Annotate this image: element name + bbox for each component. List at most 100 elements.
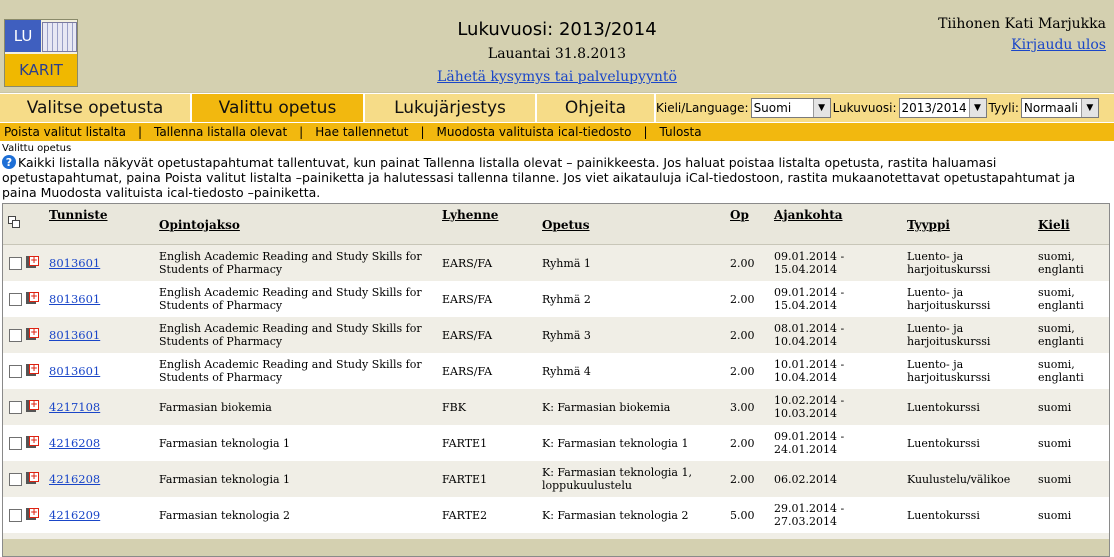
table-row: + 8013601 English Academic Reading and S… bbox=[3, 281, 1109, 318]
load-saved-button[interactable]: Hae tallennetut bbox=[311, 125, 412, 139]
tab-timetable[interactable]: Lukujärjestys bbox=[365, 94, 537, 122]
row-checkbox[interactable] bbox=[9, 257, 22, 270]
language-select[interactable]: Suomi▼ bbox=[751, 98, 831, 118]
language: suomi bbox=[1038, 425, 1106, 461]
row-checkbox[interactable] bbox=[9, 473, 22, 486]
col-header-teaching[interactable]: Opetus bbox=[542, 218, 590, 232]
row-checkbox[interactable] bbox=[9, 293, 22, 306]
teaching-name: Ryhmä 4 bbox=[542, 353, 702, 389]
add-to-calendar-icon[interactable]: + bbox=[26, 256, 39, 269]
year-label: Lukuvuosi: bbox=[833, 101, 897, 115]
col-header-abbr[interactable]: Lyhenne bbox=[442, 208, 498, 222]
course-id-link[interactable]: 4216208 bbox=[49, 473, 100, 486]
course-abbr: EARS/FA bbox=[442, 245, 538, 281]
credits: 5.00 bbox=[730, 497, 770, 533]
credits: 2.00 bbox=[730, 317, 770, 353]
credits: 3.00 bbox=[730, 389, 770, 425]
period: 09.01.2014 - 24.01.2014 bbox=[774, 425, 904, 461]
course-id-link[interactable]: 8013601 bbox=[49, 293, 100, 306]
row-checkbox[interactable] bbox=[9, 329, 22, 342]
user-name: Tiihonen Kati Marjukka bbox=[938, 16, 1106, 32]
teaching-name: K: Farmasian biokemia bbox=[542, 389, 702, 425]
add-to-calendar-icon[interactable]: + bbox=[26, 364, 39, 377]
teaching-type: Luento- ja harjoituskurssi bbox=[907, 245, 1035, 281]
page-header: LU KARIT Lukuvuosi: 2013/2014 Lauantai 3… bbox=[0, 0, 1114, 93]
col-header-type[interactable]: Tyyppi bbox=[907, 218, 950, 232]
teaching-name: K: Farmasian teknologia 2 bbox=[542, 497, 702, 533]
teaching-type: Luento- ja harjoituskurssi bbox=[907, 353, 1035, 389]
course-id-link[interactable]: 4216209 bbox=[49, 509, 100, 522]
language: suomi bbox=[1038, 389, 1106, 425]
col-header-language[interactable]: Kieli bbox=[1038, 218, 1070, 232]
tab-selected-teaching[interactable]: Valittu opetus bbox=[192, 94, 365, 122]
teaching-type: Kuulustelu/välikoe bbox=[907, 461, 1035, 497]
period: 09.01.2014 - 15.04.2014 bbox=[774, 281, 904, 317]
select-all-icon[interactable] bbox=[8, 216, 19, 227]
language: suomi, englanti bbox=[1038, 245, 1106, 281]
teaching-type: Luento- ja harjoituskurssi bbox=[907, 281, 1035, 317]
course-name: Farmasian teknologia 1 bbox=[159, 425, 439, 461]
col-header-course[interactable]: Opintojakso bbox=[159, 218, 240, 232]
tab-instructions[interactable]: Ohjeita bbox=[537, 94, 656, 122]
create-ical-button[interactable]: Muodosta valituista ical-tiedosto bbox=[433, 125, 636, 139]
period: 10.01.2014 - 10.04.2014 bbox=[774, 353, 904, 389]
teaching-name: K: Farmasian teknologia 1, loppukuuluste… bbox=[542, 461, 702, 497]
add-to-calendar-icon[interactable]: + bbox=[26, 436, 39, 449]
row-checkbox[interactable] bbox=[9, 365, 22, 378]
add-to-calendar-icon[interactable]: + bbox=[26, 508, 39, 521]
course-name: Farmasian teknologia 1 bbox=[159, 461, 439, 497]
chevron-down-icon: ▼ bbox=[813, 99, 830, 117]
section-label: Valittu opetus bbox=[2, 143, 71, 154]
row-checkbox[interactable] bbox=[9, 437, 22, 450]
course-abbr: EARS/FA bbox=[442, 353, 538, 389]
table-row: + 4216208 Farmasian teknologia 1 FARTE1 … bbox=[3, 425, 1109, 462]
course-name: English Academic Reading and Study Skill… bbox=[159, 245, 439, 281]
teaching-name: K: Farmasian teknologia 1 bbox=[542, 425, 702, 461]
col-header-id[interactable]: Tunniste bbox=[49, 208, 108, 222]
add-to-calendar-icon[interactable]: + bbox=[26, 400, 39, 413]
course-id-link[interactable]: 8013601 bbox=[49, 329, 100, 342]
save-list-button[interactable]: Tallenna listalla olevat bbox=[150, 125, 291, 139]
language-label: Kieli/Language: bbox=[656, 101, 749, 115]
course-id-link[interactable]: 8013601 bbox=[49, 257, 100, 270]
add-to-calendar-icon[interactable]: + bbox=[26, 292, 39, 305]
remove-selected-button[interactable]: Poista valitut listalta bbox=[0, 125, 130, 139]
language: suomi, englanti bbox=[1038, 353, 1106, 389]
logout-link[interactable]: Kirjaudu ulos bbox=[1011, 37, 1106, 53]
course-abbr: FBK bbox=[442, 389, 538, 425]
add-to-calendar-icon[interactable]: + bbox=[26, 328, 39, 341]
course-abbr: FARTE1 bbox=[442, 461, 538, 497]
period: 29.01.2014 - 27.03.2014 bbox=[774, 497, 904, 533]
language: suomi bbox=[1038, 497, 1106, 533]
credits: 2.00 bbox=[730, 281, 770, 317]
action-toolbar: Poista valitut listalta| Tallenna listal… bbox=[0, 123, 1114, 141]
teaching-name: Ryhmä 2 bbox=[542, 281, 702, 317]
current-date: Lauantai 31.8.2013 bbox=[0, 46, 1114, 62]
instructions-text: Kaikki listalla näkyvät opetustapahtumat… bbox=[2, 155, 1108, 200]
add-to-calendar-icon[interactable]: + bbox=[26, 472, 39, 485]
row-checkbox[interactable] bbox=[9, 401, 22, 414]
row-checkbox[interactable] bbox=[9, 509, 22, 522]
credits: 2.00 bbox=[730, 353, 770, 389]
table-row: + 8013601 English Academic Reading and S… bbox=[3, 245, 1109, 282]
col-header-period[interactable]: Ajankohta bbox=[774, 208, 843, 222]
credits: 2.00 bbox=[730, 461, 770, 497]
course-id-link[interactable]: 4216208 bbox=[49, 437, 100, 450]
year-select[interactable]: 2013/2014▼ bbox=[899, 98, 987, 118]
course-id-link[interactable]: 4217108 bbox=[49, 401, 100, 414]
language: suomi, englanti bbox=[1038, 281, 1106, 317]
course-id-link[interactable]: 8013601 bbox=[49, 365, 100, 378]
teaching-type: Luento- ja harjoituskurssi bbox=[907, 317, 1035, 353]
course-abbr: FARTE1 bbox=[442, 425, 538, 461]
style-label: Tyyli: bbox=[989, 101, 1019, 115]
col-header-credits[interactable]: Op bbox=[730, 208, 749, 222]
table-footer bbox=[3, 539, 1109, 557]
tab-select-teaching[interactable]: Valitse opetusta bbox=[0, 94, 192, 122]
credits: 2.00 bbox=[730, 425, 770, 461]
course-name: English Academic Reading and Study Skill… bbox=[159, 281, 439, 317]
style-select[interactable]: Normaali▼ bbox=[1021, 98, 1099, 118]
feedback-link[interactable]: Lähetä kysymys tai palvelupyyntö bbox=[0, 69, 1114, 85]
table-row: + 8013601 English Academic Reading and S… bbox=[3, 317, 1109, 354]
course-abbr: EARS/FA bbox=[442, 281, 538, 317]
print-button[interactable]: Tulosta bbox=[656, 125, 706, 139]
